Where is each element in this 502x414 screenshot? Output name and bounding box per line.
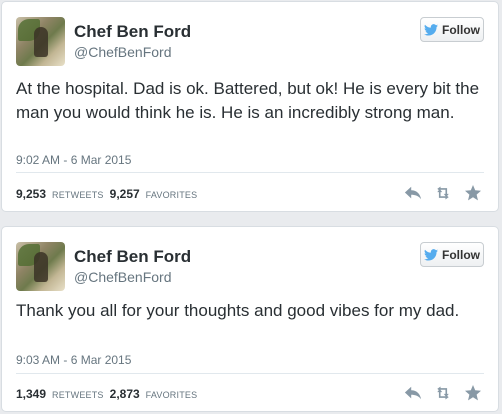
star-icon[interactable] [464, 185, 482, 201]
twitter-bird-icon [424, 248, 438, 261]
avatar[interactable] [16, 242, 65, 291]
follow-button[interactable]: Follow [420, 242, 484, 267]
tweet-stats: 1,349 RETWEETS 2,873 FAVORITES [16, 387, 197, 401]
tweet-text: Thank you all for your thoughts and good… [16, 301, 460, 320]
retweet-count[interactable]: 9,253 [16, 187, 46, 201]
author-name[interactable]: Chef Ben Ford [74, 247, 191, 267]
tweet-text: At the hospital. Dad is ok. Battered, bu… [16, 79, 480, 122]
follow-label: Follow [442, 22, 480, 37]
follow-button[interactable]: Follow [420, 17, 484, 42]
follow-label: Follow [442, 247, 480, 262]
author-handle[interactable]: @ChefBenFord [74, 269, 171, 285]
favorite-label: FAVORITES [145, 390, 198, 400]
author-name[interactable]: Chef Ben Ford [74, 22, 191, 42]
tweet-actions [404, 185, 482, 201]
tweet-card: Chef Ben Ford @ChefBenFord Follow At the… [1, 1, 499, 212]
tweet-stats: 9,253 RETWEETS 9,257 FAVORITES [16, 187, 197, 201]
favorite-count[interactable]: 9,257 [110, 187, 140, 201]
tweet-card: Chef Ben Ford @ChefBenFord Follow Thank … [1, 226, 499, 412]
favorite-count[interactable]: 2,873 [110, 387, 140, 401]
twitter-bird-icon [424, 23, 438, 36]
divider [16, 172, 484, 173]
star-icon[interactable] [464, 385, 482, 401]
tweet-timestamp[interactable]: 9:02 AM - 6 Mar 2015 [16, 153, 131, 167]
favorite-label: FAVORITES [145, 190, 198, 200]
retweet-count[interactable]: 1,349 [16, 387, 46, 401]
divider [16, 373, 484, 374]
retweet-icon[interactable] [434, 185, 452, 201]
author-handle[interactable]: @ChefBenFord [74, 44, 171, 60]
retweet-label: RETWEETS [52, 190, 104, 200]
tweet-actions [404, 385, 482, 401]
reply-icon[interactable] [404, 385, 422, 401]
avatar[interactable] [16, 17, 65, 66]
retweet-icon[interactable] [434, 385, 452, 401]
tweet-timestamp[interactable]: 9:03 AM - 6 Mar 2015 [16, 353, 131, 367]
reply-icon[interactable] [404, 185, 422, 201]
retweet-label: RETWEETS [52, 390, 104, 400]
